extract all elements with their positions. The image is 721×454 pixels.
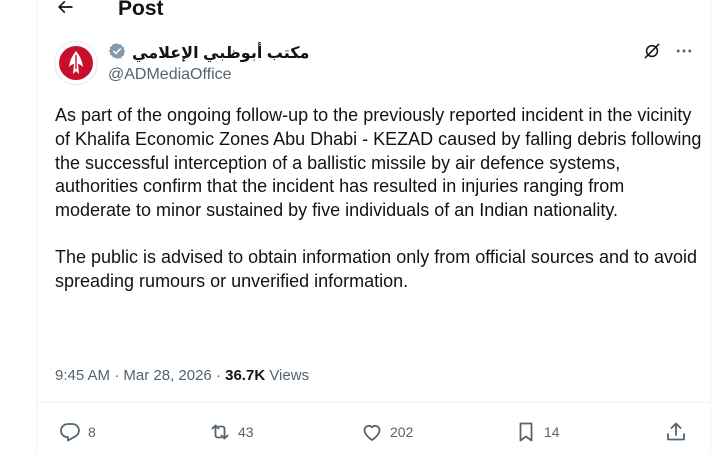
repost-icon [208,420,232,444]
author-name: مكتب أبوظبي الإعلامي [132,44,310,62]
bookmark-button[interactable]: 14 [514,420,560,444]
more-button[interactable] [674,43,694,63]
more-icon [674,41,694,66]
bookmark-icon [514,420,538,444]
reply-count: 8 [88,424,96,440]
meta-divider [36,402,710,403]
ad-media-office-logo [59,46,93,80]
grok-icon [642,41,662,66]
share-icon [664,420,688,444]
post-date[interactable]: Mar 28, 2026 [123,367,211,384]
back-button[interactable] [48,0,82,26]
right-divider [710,0,711,454]
views-label: Views [269,367,310,384]
post-text: As part of the ongoing follow-up to the … [55,104,705,294]
views-count: 36.7K [225,367,266,384]
bookmark-count: 14 [544,424,560,440]
grok-button[interactable] [642,43,662,63]
like-icon [360,420,384,444]
like-button[interactable]: 202 [360,420,413,444]
author-name-row[interactable]: مكتب أبوظبي الإعلامي [108,42,309,65]
verified-badge-icon [108,42,126,65]
post-meta: 9:45 AM · Mar 28, 2026 · 36.7K Views [55,366,309,386]
post-paragraph-1: As part of the ongoing follow-up to the … [55,105,702,221]
meta-separator: · [114,367,124,384]
reply-button[interactable]: 8 [58,420,96,444]
repost-button[interactable]: 43 [208,420,254,444]
left-divider [36,0,37,454]
meta-separator: · [215,367,226,384]
reply-icon [58,420,82,444]
repost-count: 43 [238,424,254,440]
share-button[interactable] [664,420,688,444]
post-top-actions [642,43,694,63]
post-paragraph-2: The public is advised to obtain informat… [55,246,698,291]
like-count: 202 [390,424,414,440]
page-title: Post [118,0,164,20]
back-arrow-icon [55,0,75,22]
avatar[interactable] [54,41,98,85]
author-handle[interactable]: @ADMediaOffice [108,65,232,85]
post-actions: 8 43 202 14 [58,420,698,446]
post-time[interactable]: 9:45 AM [55,367,110,384]
